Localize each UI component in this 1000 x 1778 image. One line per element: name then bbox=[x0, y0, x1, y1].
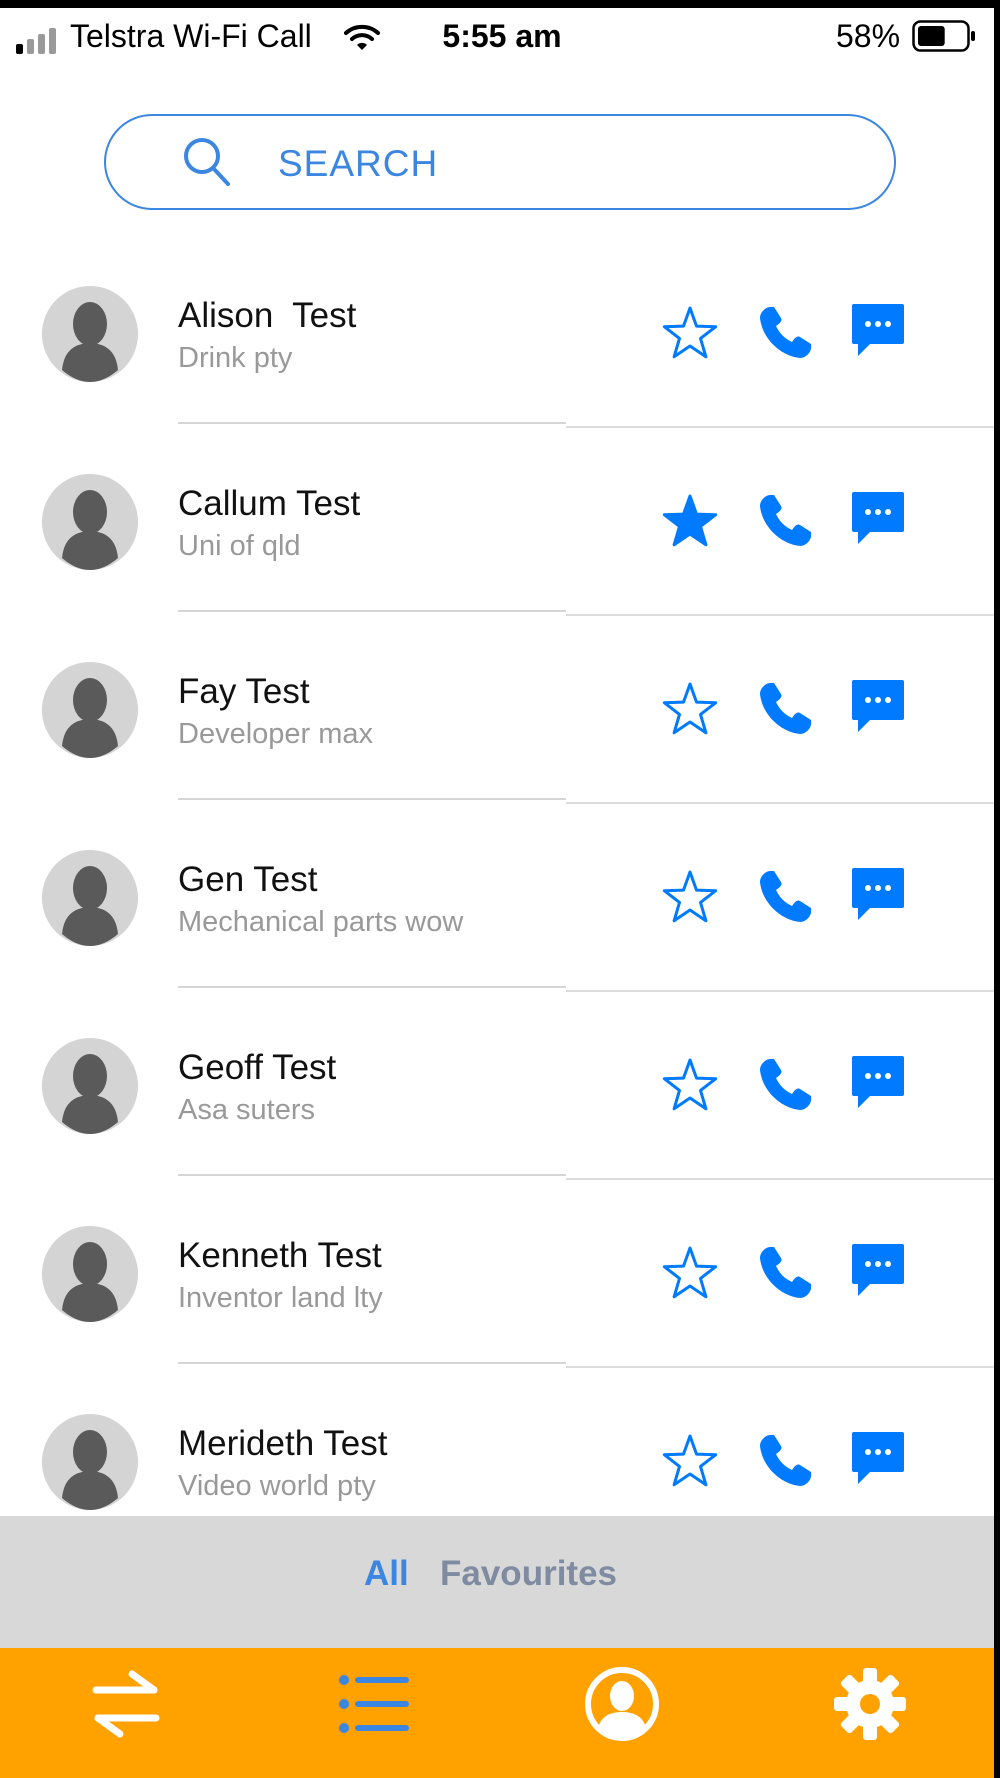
message-icon[interactable] bbox=[850, 1242, 906, 1298]
contact-list[interactable]: Alison Test Drink pty Callum Test Uni of… bbox=[0, 238, 994, 1516]
message-icon[interactable] bbox=[850, 302, 906, 358]
favourite-star-icon[interactable] bbox=[660, 492, 720, 550]
contact-name: Fay Test bbox=[178, 672, 310, 711]
message-icon[interactable] bbox=[850, 490, 906, 546]
favourite-star-icon[interactable] bbox=[660, 1432, 720, 1490]
contact-company: Inventor land lty bbox=[178, 1282, 383, 1314]
contact-company: Uni of qld bbox=[178, 530, 301, 562]
contact-company: Drink pty bbox=[178, 342, 293, 374]
favourite-star-icon[interactable] bbox=[660, 304, 720, 362]
contact-company: Video world pty bbox=[178, 1470, 376, 1502]
segment-all[interactable]: All bbox=[364, 1554, 409, 1594]
contact-name: Kenneth Test bbox=[178, 1236, 382, 1275]
clock-text: 5:55 am bbox=[442, 18, 562, 54]
message-icon[interactable] bbox=[850, 866, 906, 922]
avatar bbox=[42, 1038, 138, 1134]
avatar bbox=[42, 1414, 138, 1510]
favourite-star-icon[interactable] bbox=[660, 680, 720, 738]
contact-row[interactable]: Gen Test Mechanical parts wow bbox=[0, 802, 994, 992]
favourite-star-icon[interactable] bbox=[660, 1056, 720, 1114]
contact-row[interactable]: Merideth Test Video world pty bbox=[0, 1366, 994, 1516]
favourite-star-icon[interactable] bbox=[660, 1244, 720, 1302]
phone-icon[interactable] bbox=[756, 1056, 814, 1114]
phone-icon[interactable] bbox=[756, 868, 814, 926]
transfer-icon[interactable] bbox=[86, 1664, 166, 1744]
tab-bar bbox=[0, 1648, 994, 1778]
search-bar[interactable]: SEARCH bbox=[104, 114, 896, 210]
message-icon[interactable] bbox=[850, 1430, 906, 1486]
contact-company: Developer max bbox=[178, 718, 374, 750]
battery-icon bbox=[912, 20, 975, 52]
segment-bar: All Favourites bbox=[0, 1516, 994, 1648]
contact-name: Merideth Test bbox=[178, 1424, 388, 1463]
avatar bbox=[42, 474, 138, 570]
search-placeholder: SEARCH bbox=[278, 143, 439, 184]
contact-name: Callum Test bbox=[178, 484, 361, 523]
contact-row[interactable]: Callum Test Uni of qld bbox=[0, 426, 994, 616]
screen-frame-top bbox=[0, 0, 1000, 8]
status-bar: Telstra Wi-Fi Call 5:55 am 58% bbox=[0, 8, 994, 60]
contact-name: Alison Test bbox=[178, 296, 357, 335]
contact-row[interactable]: Geoff Test Asa suters bbox=[0, 990, 994, 1180]
profile-icon[interactable] bbox=[582, 1664, 662, 1744]
avatar bbox=[42, 286, 138, 382]
avatar bbox=[42, 850, 138, 946]
contact-row[interactable]: Alison Test Drink pty bbox=[0, 238, 994, 428]
phone-icon[interactable] bbox=[756, 1432, 814, 1490]
row-divider bbox=[178, 1362, 566, 1364]
favourite-star-icon[interactable] bbox=[660, 868, 720, 926]
row-divider bbox=[178, 1174, 566, 1176]
row-divider bbox=[178, 422, 566, 424]
message-icon[interactable] bbox=[850, 1054, 906, 1110]
phone-icon[interactable] bbox=[756, 1244, 814, 1302]
message-icon[interactable] bbox=[850, 678, 906, 734]
settings-icon[interactable] bbox=[830, 1664, 910, 1744]
screen-frame-right bbox=[994, 0, 1000, 1778]
phone-icon[interactable] bbox=[756, 680, 814, 738]
row-divider bbox=[178, 610, 566, 612]
contact-row[interactable]: Fay Test Developer max bbox=[0, 614, 994, 804]
phone-icon[interactable] bbox=[756, 304, 814, 362]
contact-row[interactable]: Kenneth Test Inventor land lty bbox=[0, 1178, 994, 1368]
contact-company: Mechanical parts wow bbox=[178, 906, 464, 938]
list-icon[interactable] bbox=[334, 1664, 414, 1744]
segment-favourites[interactable]: Favourites bbox=[440, 1554, 617, 1594]
battery-percentage: 58% bbox=[836, 18, 901, 54]
phone-icon[interactable] bbox=[756, 492, 814, 550]
row-divider bbox=[178, 798, 566, 800]
search-icon bbox=[184, 138, 230, 186]
contact-name: Gen Test bbox=[178, 860, 318, 899]
avatar bbox=[42, 662, 138, 758]
contact-name: Geoff Test bbox=[178, 1048, 337, 1087]
avatar bbox=[42, 1226, 138, 1322]
row-divider bbox=[178, 986, 566, 988]
contact-company: Asa suters bbox=[178, 1094, 315, 1126]
